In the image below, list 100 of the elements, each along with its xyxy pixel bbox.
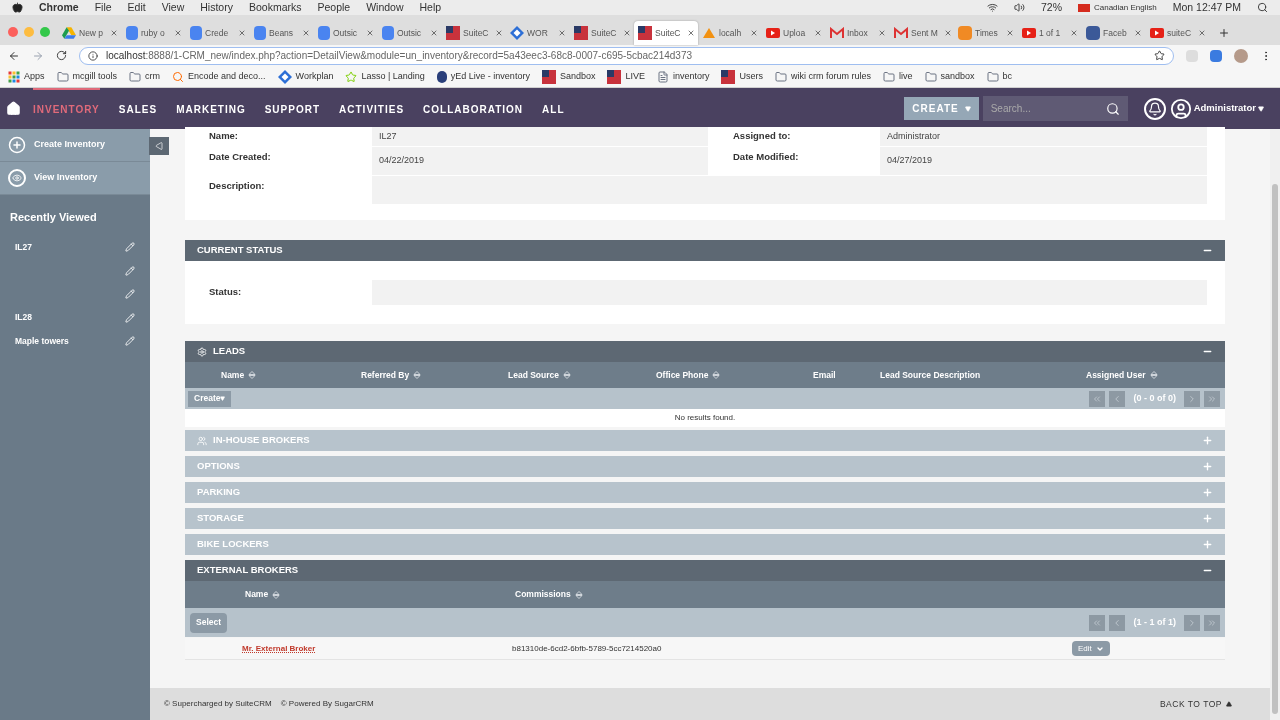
browser-tab[interactable]: Outsic bbox=[378, 21, 442, 45]
nav-tab[interactable]: MARKETING bbox=[176, 88, 246, 129]
browser-tab[interactable]: Faceb bbox=[1082, 21, 1146, 45]
close-icon[interactable] bbox=[430, 29, 438, 37]
back-to-top-link[interactable]: BACK TO TOP bbox=[1159, 697, 1232, 711]
menu-item[interactable]: People bbox=[317, 0, 351, 16]
bookmark[interactable]: Workplan bbox=[277, 69, 334, 84]
new-tab-button[interactable] bbox=[1218, 27, 1230, 39]
edit-icon[interactable] bbox=[125, 242, 135, 253]
avatar[interactable] bbox=[1234, 48, 1248, 63]
bookmark[interactable]: Sandbox bbox=[541, 69, 596, 84]
home-icon[interactable] bbox=[6, 101, 21, 116]
edit-icon[interactable] bbox=[125, 289, 135, 300]
column-header[interactable]: Name bbox=[245, 588, 515, 601]
panel-header[interactable]: LEADS bbox=[185, 341, 1225, 362]
recent-item[interactable]: IL28 bbox=[15, 311, 32, 325]
bookmark[interactable]: sandbox bbox=[924, 69, 975, 84]
column-header[interactable]: Lead Source bbox=[508, 368, 656, 382]
close-icon[interactable] bbox=[814, 29, 822, 37]
menu-item[interactable]: View bbox=[161, 0, 185, 16]
close-icon[interactable] bbox=[174, 29, 182, 37]
browser-tab[interactable]: Times bbox=[954, 21, 1018, 45]
recent-item[interactable]: Maple towers bbox=[15, 334, 69, 348]
column-header[interactable]: Name bbox=[221, 368, 361, 382]
close-window-button[interactable] bbox=[8, 27, 18, 37]
bookmark[interactable]: Lasso | Landing bbox=[345, 69, 425, 84]
close-icon[interactable] bbox=[750, 29, 758, 37]
close-icon[interactable] bbox=[366, 29, 374, 37]
browser-tab[interactable]: SuiteC bbox=[634, 21, 698, 45]
browser-tab[interactable]: SuiteC bbox=[442, 21, 506, 45]
scrollbar[interactable] bbox=[1270, 129, 1280, 720]
apple-icon[interactable] bbox=[12, 2, 23, 13]
column-header[interactable]: Email bbox=[813, 368, 880, 382]
browser-tab[interactable]: suiteC bbox=[1146, 21, 1210, 45]
browser-tab[interactable]: Beans bbox=[250, 21, 314, 45]
browser-tab[interactable]: Crede bbox=[186, 21, 250, 45]
broker-link[interactable]: Mr. External Broker bbox=[242, 642, 316, 655]
close-icon[interactable] bbox=[1070, 29, 1078, 37]
column-header[interactable]: Commissions bbox=[515, 588, 1225, 601]
menu-item[interactable]: Window bbox=[366, 0, 404, 16]
close-icon[interactable] bbox=[878, 29, 886, 37]
clock[interactable]: Mon 12:47 PM bbox=[1172, 0, 1241, 16]
collapse-sidebar-button[interactable] bbox=[149, 137, 169, 155]
browser-tab[interactable]: ruby o bbox=[122, 21, 186, 45]
battery-percent[interactable]: 72% bbox=[1040, 0, 1062, 16]
notifications-icon[interactable] bbox=[1143, 97, 1166, 120]
column-header[interactable]: Assigned User bbox=[1086, 368, 1225, 382]
bookmark[interactable]: live bbox=[883, 69, 913, 84]
menu-item[interactable]: File bbox=[94, 0, 112, 16]
edit-icon[interactable] bbox=[125, 336, 135, 347]
wifi-icon[interactable] bbox=[986, 2, 998, 13]
nav-tab[interactable]: ACTIVITIES bbox=[339, 88, 405, 129]
edit-icon[interactable] bbox=[125, 312, 135, 323]
extension-icon[interactable] bbox=[1210, 49, 1222, 62]
browser-tab[interactable]: 1 of 1 bbox=[1018, 21, 1082, 45]
language-menu[interactable]: Canadian English bbox=[1078, 1, 1157, 14]
close-icon[interactable] bbox=[238, 29, 246, 37]
nav-tab[interactable]: SUPPORT bbox=[264, 88, 321, 129]
search-icon[interactable] bbox=[1105, 101, 1120, 116]
close-icon[interactable] bbox=[1006, 29, 1014, 37]
user-icon[interactable] bbox=[1169, 97, 1192, 120]
browser-tab[interactable]: New p bbox=[58, 21, 122, 45]
search-icon[interactable] bbox=[1257, 2, 1268, 13]
footer-credit[interactable]: © Supercharged by SuiteCRM bbox=[164, 698, 272, 710]
bookmark[interactable]: Users bbox=[721, 69, 763, 84]
close-icon[interactable] bbox=[686, 29, 695, 37]
bookmark[interactable]: LIVE bbox=[607, 69, 645, 84]
user-menu[interactable]: Administrator bbox=[1193, 101, 1264, 116]
browser-tab[interactable]: Outsic bbox=[314, 21, 378, 45]
bookmark[interactable]: crm bbox=[129, 69, 161, 84]
close-icon[interactable] bbox=[1198, 29, 1206, 37]
panel-header[interactable]: CURRENT STATUS bbox=[185, 240, 1225, 261]
bookmark[interactable]: bc bbox=[986, 69, 1013, 84]
column-header[interactable]: Referred By bbox=[361, 368, 508, 382]
close-icon[interactable] bbox=[622, 29, 631, 37]
bookmark[interactable]: wiki crm forum rules bbox=[775, 69, 871, 84]
volume-icon[interactable] bbox=[1013, 2, 1025, 13]
menu-item[interactable]: Help bbox=[419, 0, 442, 16]
nav-tab[interactable]: COLLABORATION bbox=[423, 88, 524, 129]
close-icon[interactable] bbox=[302, 29, 310, 37]
address-field[interactable]: localhost:8888/1-CRM_new/index.php?action=DetailView&module=un_inventory&record=5a43eec3-68c8-0007-c695-5cbac214d373 bbox=[79, 46, 1174, 65]
nav-tab[interactable]: SALES bbox=[118, 88, 158, 129]
close-icon[interactable] bbox=[1134, 29, 1142, 37]
browser-tab[interactable]: Sent M bbox=[890, 21, 954, 45]
close-icon[interactable] bbox=[110, 29, 118, 37]
column-header[interactable]: Lead Source Description bbox=[880, 368, 1086, 382]
menu-item[interactable]: History bbox=[200, 0, 233, 16]
close-icon[interactable] bbox=[494, 29, 503, 37]
browser-tab[interactable]: localh bbox=[698, 21, 762, 45]
browser-tab[interactable]: Inbox bbox=[826, 21, 890, 45]
reload-icon[interactable] bbox=[56, 50, 67, 61]
column-header[interactable]: Office Phone bbox=[656, 368, 813, 382]
menu-item[interactable]: Edit bbox=[127, 0, 146, 16]
browser-tab[interactable]: WOR bbox=[506, 21, 570, 45]
bookmark[interactable]: Apps bbox=[8, 69, 45, 84]
back-icon[interactable] bbox=[8, 49, 20, 62]
panel-header[interactable]: EXTERNAL BROKERS bbox=[185, 560, 1225, 581]
edit-icon[interactable] bbox=[125, 265, 135, 276]
close-icon[interactable] bbox=[943, 29, 952, 37]
nav-tab[interactable]: ALL bbox=[542, 88, 565, 129]
